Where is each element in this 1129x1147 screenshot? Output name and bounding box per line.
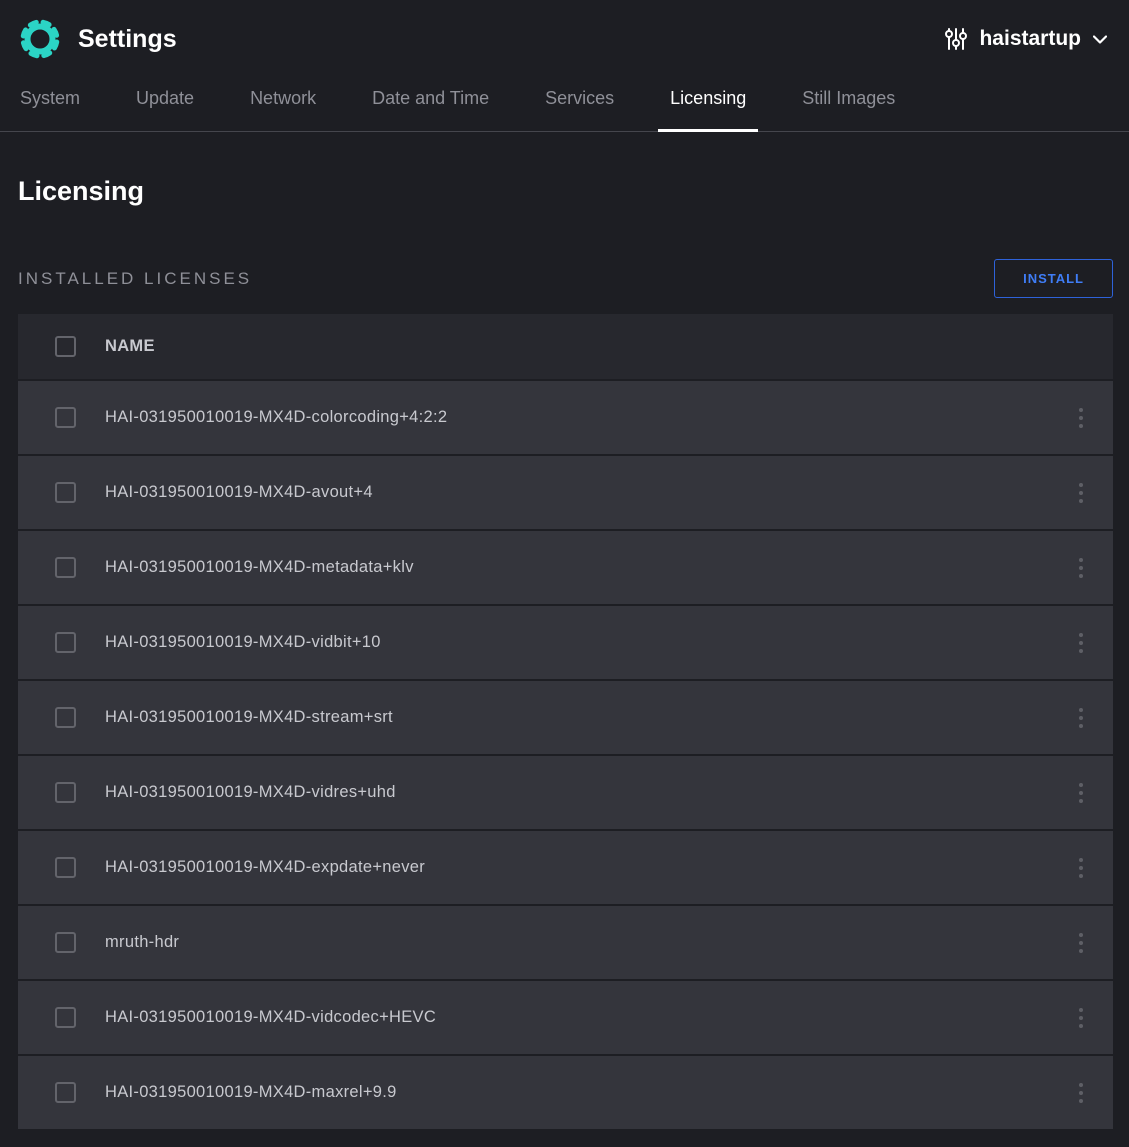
license-name: HAI-031950010019-MX4D-maxrel+9.9 [105, 1083, 1049, 1102]
row-menu-kebab-icon[interactable] [1069, 550, 1093, 586]
settings-gear-icon [18, 17, 62, 61]
row-menu-kebab-icon[interactable] [1069, 775, 1093, 811]
row-actions-cell [1049, 625, 1113, 661]
user-menu-button[interactable]: haistartup [945, 26, 1107, 52]
row-checkbox[interactable] [55, 632, 76, 653]
license-name: HAI-031950010019-MX4D-stream+srt [105, 708, 1049, 727]
select-all-checkbox[interactable] [55, 336, 76, 357]
row-checkbox-cell [18, 857, 105, 878]
row-menu-kebab-icon[interactable] [1069, 1000, 1093, 1036]
license-name: HAI-031950010019-MX4D-colorcoding+4:2:2 [105, 408, 1049, 427]
row-checkbox-cell [18, 1007, 105, 1028]
row-menu-kebab-icon[interactable] [1069, 925, 1093, 961]
table-row: HAI-031950010019-MX4D-metadata+klv [18, 531, 1113, 604]
tab-label: Still Images [802, 88, 895, 108]
tab-system[interactable]: System [18, 72, 82, 131]
row-checkbox[interactable] [55, 1007, 76, 1028]
row-menu-kebab-icon[interactable] [1069, 850, 1093, 886]
tab-bar: System Update Network Date and Time Serv… [0, 72, 1129, 132]
row-actions-cell [1049, 700, 1113, 736]
license-name: HAI-031950010019-MX4D-avout+4 [105, 483, 1049, 502]
license-name: HAI-031950010019-MX4D-vidres+uhd [105, 783, 1049, 802]
row-checkbox-cell [18, 407, 105, 428]
row-checkbox-cell [18, 707, 105, 728]
row-checkbox-cell [18, 482, 105, 503]
app-header: Settings haistartup [0, 0, 1129, 72]
tab-date-and-time[interactable]: Date and Time [370, 72, 491, 131]
tab-label: Licensing [670, 88, 746, 108]
row-checkbox-cell [18, 782, 105, 803]
row-checkbox[interactable] [55, 932, 76, 953]
license-name: HAI-031950010019-MX4D-vidcodec+HEVC [105, 1008, 1049, 1027]
install-button[interactable]: INSTALL [994, 259, 1113, 298]
table-row: HAI-031950010019-MX4D-vidbit+10 [18, 606, 1113, 679]
row-checkbox[interactable] [55, 1082, 76, 1103]
table-row: mruth-hdr [18, 906, 1113, 979]
header-checkbox-cell [18, 336, 105, 357]
installed-licenses-section-header: INSTALLED LICENSES INSTALL [18, 259, 1113, 298]
tab-label: Update [136, 88, 194, 108]
chevron-down-icon [1093, 35, 1107, 44]
row-actions-cell [1049, 1000, 1113, 1036]
tab-label: System [20, 88, 80, 108]
row-checkbox[interactable] [55, 482, 76, 503]
row-actions-cell [1049, 475, 1113, 511]
tab-label: Network [250, 88, 316, 108]
section-title: INSTALLED LICENSES [18, 269, 252, 289]
app-header-left: Settings [18, 17, 177, 61]
row-menu-kebab-icon[interactable] [1069, 475, 1093, 511]
table-row: HAI-031950010019-MX4D-vidres+uhd [18, 756, 1113, 829]
license-name: mruth-hdr [105, 933, 1049, 952]
page-title: Licensing [18, 176, 1113, 207]
license-table: NAME HAI-031950010019-MX4D-colorcoding+4… [18, 314, 1113, 1129]
row-checkbox-cell [18, 557, 105, 578]
row-actions-cell [1049, 850, 1113, 886]
table-row: HAI-031950010019-MX4D-expdate+never [18, 831, 1113, 904]
row-checkbox-cell [18, 932, 105, 953]
tab-label: Date and Time [372, 88, 489, 108]
row-checkbox[interactable] [55, 857, 76, 878]
name-column-header: NAME [105, 337, 1049, 356]
table-row: HAI-031950010019-MX4D-vidcodec+HEVC [18, 981, 1113, 1054]
row-actions-cell [1049, 775, 1113, 811]
row-menu-kebab-icon[interactable] [1069, 625, 1093, 661]
row-actions-cell [1049, 550, 1113, 586]
sliders-icon [945, 26, 967, 52]
tab-network[interactable]: Network [248, 72, 318, 131]
license-name: HAI-031950010019-MX4D-vidbit+10 [105, 633, 1049, 652]
app-title: Settings [78, 25, 177, 54]
table-row: HAI-031950010019-MX4D-colorcoding+4:2:2 [18, 381, 1113, 454]
row-actions-cell [1049, 400, 1113, 436]
row-menu-kebab-icon[interactable] [1069, 1075, 1093, 1111]
tab-label: Services [545, 88, 614, 108]
tab-still-images[interactable]: Still Images [800, 72, 897, 131]
tab-licensing[interactable]: Licensing [668, 72, 748, 131]
tab-services[interactable]: Services [543, 72, 616, 131]
license-name: HAI-031950010019-MX4D-expdate+never [105, 858, 1049, 877]
row-checkbox-cell [18, 1082, 105, 1103]
license-table-body: HAI-031950010019-MX4D-colorcoding+4:2:2 … [18, 381, 1113, 1129]
row-checkbox[interactable] [55, 707, 76, 728]
license-table-header-row: NAME [18, 314, 1113, 379]
row-actions-cell [1049, 925, 1113, 961]
row-actions-cell [1049, 1075, 1113, 1111]
table-row: HAI-031950010019-MX4D-avout+4 [18, 456, 1113, 529]
row-menu-kebab-icon[interactable] [1069, 700, 1093, 736]
row-checkbox[interactable] [55, 557, 76, 578]
row-checkbox-cell [18, 632, 105, 653]
row-checkbox[interactable] [55, 782, 76, 803]
row-menu-kebab-icon[interactable] [1069, 400, 1093, 436]
table-row: HAI-031950010019-MX4D-maxrel+9.9 [18, 1056, 1113, 1129]
tab-update[interactable]: Update [134, 72, 196, 131]
license-name: HAI-031950010019-MX4D-metadata+klv [105, 558, 1049, 577]
table-row: HAI-031950010019-MX4D-stream+srt [18, 681, 1113, 754]
licensing-page: Licensing INSTALLED LICENSES INSTALL NAM… [0, 176, 1129, 1129]
user-menu-label: haistartup [979, 27, 1081, 51]
row-checkbox[interactable] [55, 407, 76, 428]
